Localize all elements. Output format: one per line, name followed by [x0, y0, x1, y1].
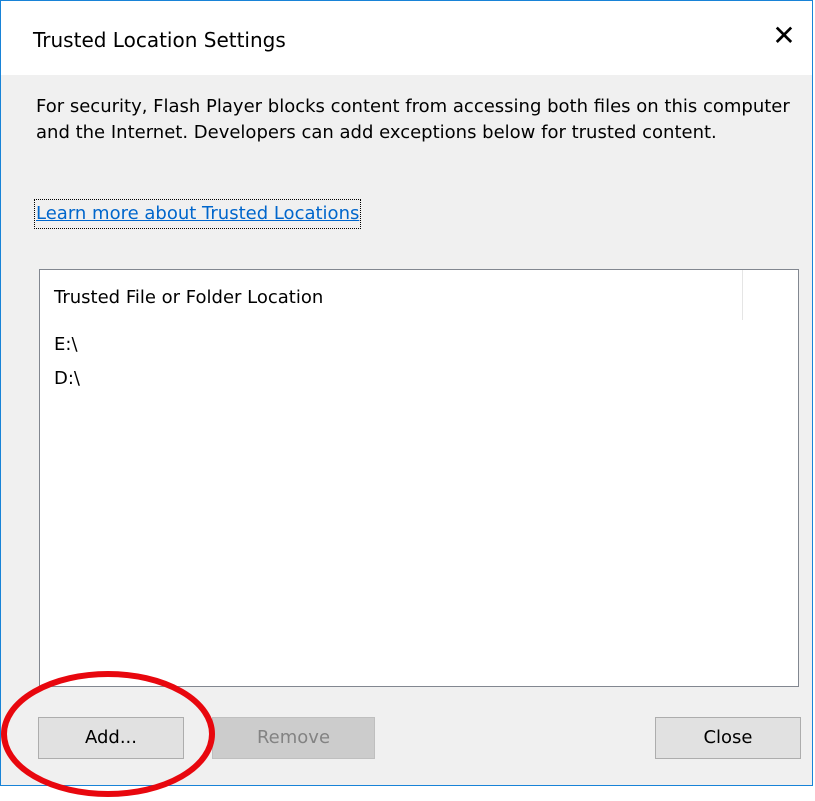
- remove-button: Remove: [212, 717, 375, 759]
- dialog-title: Trusted Location Settings: [33, 28, 286, 52]
- close-button[interactable]: Close: [655, 717, 801, 759]
- list-item[interactable]: E:\: [54, 328, 80, 362]
- column-header-label: Trusted File or Folder Location: [54, 287, 324, 308]
- list-column-header[interactable]: Trusted File or Folder Location: [40, 270, 743, 320]
- list-items: E:\ D:\: [54, 328, 80, 396]
- security-description: For security, Flash Player blocks conten…: [36, 96, 790, 143]
- close-icon[interactable]: ✕: [762, 16, 806, 56]
- trusted-locations-list[interactable]: Trusted File or Folder Location E:\ D:\: [39, 269, 799, 687]
- learn-more-link[interactable]: Learn more about Trusted Locations: [33, 199, 362, 229]
- add-button[interactable]: Add...: [38, 717, 184, 759]
- title-bar: Trusted Location Settings ✕: [1, 1, 812, 75]
- list-item[interactable]: D:\: [54, 362, 80, 396]
- trusted-location-settings-dialog: Trusted Location Settings ✕ For security…: [0, 0, 813, 786]
